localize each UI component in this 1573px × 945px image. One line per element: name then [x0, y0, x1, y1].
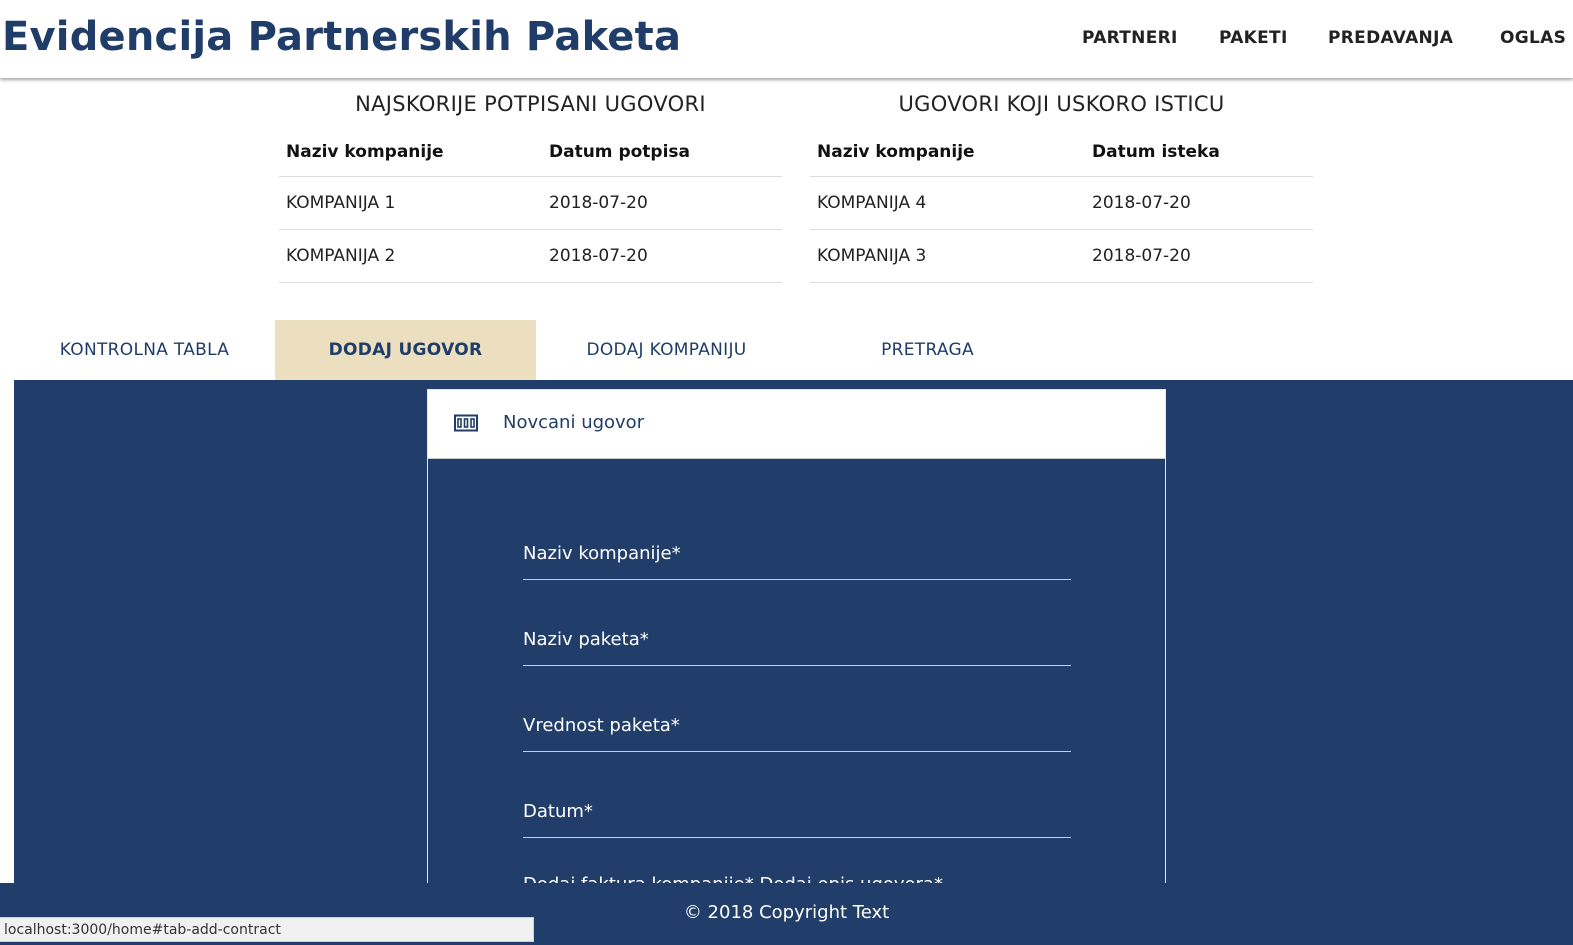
contract-type-header[interactable]: Novcani ugovor — [428, 390, 1165, 459]
tab-bar: KONTROLNA TABLA DODAJ UGOVOR DODAJ KOMPA… — [14, 320, 1573, 380]
tab-pretraga[interactable]: PRETRAGA — [797, 320, 1058, 380]
company-cell: KOMPANIJA 1 — [279, 176, 542, 230]
table-header-row: Naziv kompanije Datum potpisa — [279, 128, 782, 177]
column-header-expiry-date: Datum isteka — [1085, 128, 1313, 177]
browser-status-url: localhost:3000/home#tab-add-contract — [0, 917, 534, 942]
column-header-signed-date: Datum potpisa — [542, 128, 782, 177]
contracts-summary: NAJSKORIJE POTPISANI UGOVORI Naziv kompa… — [0, 80, 1573, 320]
money-icon — [454, 414, 478, 432]
company-name-input[interactable] — [523, 527, 1071, 579]
tab-kontrolna-tabla[interactable]: KONTROLNA TABLA — [14, 320, 275, 380]
company-cell: KOMPANIJA 4 — [810, 176, 1085, 230]
column-header-company: Naziv kompanije — [279, 128, 542, 177]
date-cell: 2018-07-20 — [1085, 229, 1313, 283]
table-row: KOMPANIJA 1 2018-07-20 — [279, 176, 782, 230]
top-navbar: Evidencija Partnerskih Paketa PARTNERI P… — [0, 0, 1573, 78]
company-cell: KOMPANIJA 3 — [810, 229, 1085, 283]
date-field — [523, 785, 1071, 838]
table-row: KOMPANIJA 4 2018-07-20 — [810, 176, 1313, 230]
column-header-company: Naziv kompanije — [810, 128, 1085, 177]
tab-dodaj-kompaniju[interactable]: DODAJ KOMPANIJU — [536, 320, 797, 380]
recent-signed-title: NAJSKORIJE POTPISANI UGOVORI — [355, 92, 706, 116]
date-cell: 2018-07-20 — [542, 176, 782, 230]
package-name-field — [523, 613, 1071, 666]
app-title[interactable]: Evidencija Partnerskih Paketa — [2, 14, 681, 60]
company-cell: KOMPANIJA 2 — [279, 229, 542, 283]
company-name-field — [523, 527, 1071, 580]
tab-dodaj-ugovor[interactable]: DODAJ UGOVOR — [275, 320, 536, 380]
table-row: KOMPANIJA 3 2018-07-20 — [810, 229, 1313, 283]
date-cell: 2018-07-20 — [542, 229, 782, 283]
nav-link-paketi[interactable]: PAKETI — [1219, 28, 1288, 48]
nav-link-predavanja[interactable]: PREDAVANJA — [1328, 28, 1453, 48]
expiring-soon-table: Naziv kompanije Datum isteka KOMPANIJA 4… — [810, 128, 1313, 283]
nav-link-oglas[interactable]: OGLAS — [1500, 28, 1566, 48]
package-name-input[interactable] — [523, 613, 1071, 665]
contract-form-card: Novcani ugovor Dodaj faktura kompanije* … — [427, 389, 1166, 884]
table-header-row: Naziv kompanije Datum isteka — [810, 128, 1313, 177]
package-value-input[interactable] — [523, 699, 1071, 751]
package-value-field — [523, 699, 1071, 752]
add-contract-panel: Novcani ugovor Dodaj faktura kompanije* … — [14, 380, 1573, 884]
recent-signed-table: Naziv kompanije Datum potpisa KOMPANIJA … — [279, 128, 782, 283]
expiring-soon-block: UGOVORI KOJI USKORO ISTICU Naziv kompani… — [810, 80, 1313, 283]
table-row: KOMPANIJA 2 2018-07-20 — [279, 229, 782, 283]
recent-signed-block: NAJSKORIJE POTPISANI UGOVORI Naziv kompa… — [279, 80, 782, 283]
expiring-soon-title: UGOVORI KOJI USKORO ISTICU — [898, 92, 1225, 116]
copyright-text: © 2018 Copyright Text — [683, 902, 890, 923]
date-cell: 2018-07-20 — [1085, 176, 1313, 230]
page: Evidencija Partnerskih Paketa PARTNERI P… — [0, 0, 1573, 945]
date-input[interactable] — [523, 785, 1071, 837]
nav-link-partneri[interactable]: PARTNERI — [1082, 28, 1178, 48]
contract-type-label: Novcani ugovor — [503, 412, 645, 433]
